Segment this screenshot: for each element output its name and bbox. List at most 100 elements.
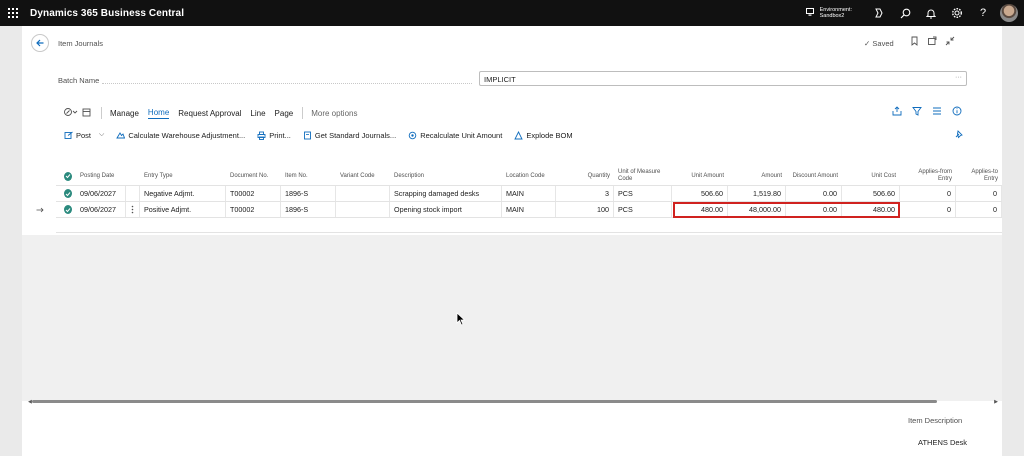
list-view-icon[interactable] bbox=[82, 108, 91, 119]
post-button[interactable]: Post ⌵ bbox=[64, 131, 104, 140]
discount-amount-cell[interactable]: 0.00 bbox=[786, 186, 842, 201]
row-status[interactable] bbox=[60, 186, 76, 201]
calculate-warehouse-label: Calculate Warehouse Adjustment... bbox=[128, 130, 246, 140]
info-icon[interactable] bbox=[952, 106, 962, 118]
col-unit-amount[interactable]: Unit Amount bbox=[672, 167, 728, 185]
collapse-icon[interactable] bbox=[945, 36, 955, 48]
col-unit-cost[interactable]: Unit Cost bbox=[842, 167, 900, 185]
help-icon[interactable]: ? bbox=[970, 0, 996, 26]
location-code-cell[interactable]: MAIN bbox=[502, 202, 556, 217]
environment-indicator[interactable]: Environment: Sandbox2 bbox=[805, 7, 852, 20]
chevron-down-icon[interactable]: ⌵ bbox=[99, 131, 104, 139]
row-status[interactable] bbox=[60, 202, 76, 217]
tab-line[interactable]: Line bbox=[250, 109, 265, 118]
document-no-cell[interactable]: T00002 bbox=[226, 186, 281, 201]
col-discount-amount[interactable]: Discount Amount bbox=[786, 167, 842, 185]
quantity-cell[interactable]: 100 bbox=[556, 202, 614, 217]
current-row-arrow-icon bbox=[32, 202, 50, 217]
get-standard-journals-button[interactable]: Get Standard Journals... bbox=[303, 131, 396, 140]
gear-icon[interactable] bbox=[944, 0, 970, 26]
quantity-cell[interactable]: 3 bbox=[556, 186, 614, 201]
bell-icon[interactable] bbox=[918, 0, 944, 26]
unit-amount-cell[interactable]: 506.60 bbox=[672, 186, 728, 201]
applies-to-cell[interactable]: 0 bbox=[956, 202, 1002, 217]
horizontal-scrollbar[interactable]: ◀ ▶ bbox=[28, 399, 998, 405]
applies-to-cell[interactable]: 0 bbox=[956, 186, 1002, 201]
batch-name-input[interactable]: IMPLICIT ··· bbox=[479, 71, 967, 86]
col-variant-code[interactable]: Variant Code bbox=[336, 167, 390, 185]
posting-date-cell[interactable]: 09/06/2027 bbox=[76, 186, 126, 201]
tab-manage[interactable]: Manage bbox=[110, 109, 139, 118]
col-location-code[interactable]: Location Code bbox=[502, 167, 556, 185]
col-document-no[interactable]: Document No. bbox=[226, 167, 281, 185]
col-quantity[interactable]: Quantity bbox=[556, 167, 614, 185]
environment-name: Sandbox2 bbox=[819, 13, 845, 19]
bookmark-icon[interactable] bbox=[910, 36, 919, 48]
entry-type-cell[interactable]: Negative Adjmt. bbox=[140, 186, 226, 201]
description-cell[interactable]: Opening stock import bbox=[390, 202, 502, 217]
pin-actions-icon[interactable] bbox=[954, 129, 964, 141]
explode-bom-button[interactable]: Explode BOM bbox=[514, 130, 573, 140]
open-new-window-icon[interactable] bbox=[927, 36, 937, 48]
share-icon[interactable] bbox=[892, 106, 902, 118]
document-no-cell[interactable]: T00002 bbox=[226, 202, 281, 217]
avatar[interactable] bbox=[1000, 4, 1018, 22]
posting-date-cell[interactable]: 09/06/2027 bbox=[76, 202, 126, 217]
print-button[interactable]: Print... bbox=[257, 131, 291, 140]
select-all-checkbox[interactable] bbox=[60, 167, 76, 185]
tab-page[interactable]: Page bbox=[275, 109, 294, 118]
row-actions-cell[interactable] bbox=[126, 186, 140, 201]
more-options-button[interactable]: More options bbox=[311, 109, 357, 118]
copilot-icon[interactable] bbox=[866, 0, 892, 26]
recalculate-unit-amount-label: Recalculate Unit Amount bbox=[420, 130, 503, 140]
scrollbar-thumb[interactable] bbox=[32, 400, 937, 403]
unit-cost-cell[interactable]: 506.60 bbox=[842, 186, 900, 201]
waffle-icon[interactable] bbox=[0, 0, 26, 26]
search-icon[interactable] bbox=[892, 0, 918, 26]
back-button[interactable] bbox=[31, 34, 49, 52]
app-title[interactable]: Dynamics 365 Business Central bbox=[30, 8, 184, 19]
variant-code-cell[interactable] bbox=[336, 202, 390, 217]
highlight-annotation bbox=[673, 202, 900, 218]
col-applies-to[interactable]: Applies-to Entry bbox=[956, 167, 1002, 185]
col-description[interactable]: Description bbox=[390, 167, 502, 185]
edit-mode-icon[interactable] bbox=[64, 107, 78, 119]
description-cell[interactable]: Scrapping damaged desks bbox=[390, 186, 502, 201]
recalculate-unit-amount-button[interactable]: Recalculate Unit Amount bbox=[408, 131, 502, 140]
scroll-right-icon[interactable]: ▶ bbox=[994, 399, 998, 405]
list-settings-icon[interactable] bbox=[932, 106, 942, 118]
separator bbox=[101, 107, 102, 119]
amount-cell[interactable]: 1,519.80 bbox=[728, 186, 786, 201]
check-circle-icon bbox=[64, 189, 72, 198]
tab-request-approval[interactable]: Request Approval bbox=[178, 109, 241, 118]
post-icon bbox=[64, 131, 73, 140]
get-standard-journals-label: Get Standard Journals... bbox=[314, 130, 397, 140]
filter-icon[interactable] bbox=[912, 106, 922, 118]
row-actions-ellipsis-icon[interactable] bbox=[126, 202, 140, 217]
item-no-cell[interactable]: 1896-S bbox=[281, 202, 336, 217]
uom-cell[interactable]: PCS bbox=[614, 202, 672, 217]
print-label: Print... bbox=[269, 130, 291, 140]
calculate-icon bbox=[116, 131, 126, 140]
journal-lines-table: Posting Date Entry Type Document No. Ite… bbox=[36, 167, 1002, 233]
new-line-row[interactable] bbox=[56, 218, 1002, 233]
batch-name-label: Batch Name bbox=[58, 76, 100, 85]
variant-code-cell[interactable] bbox=[336, 186, 390, 201]
item-no-cell[interactable]: 1896-S bbox=[281, 186, 336, 201]
col-applies-from[interactable]: Applies-from Entry bbox=[900, 167, 956, 185]
table-row[interactable]: 09/06/2027 Negative Adjmt. T00002 1896-S… bbox=[56, 186, 1002, 202]
uom-cell[interactable]: PCS bbox=[614, 186, 672, 201]
location-code-cell[interactable]: MAIN bbox=[502, 186, 556, 201]
col-posting-date[interactable]: Posting Date bbox=[76, 167, 140, 185]
calculate-warehouse-adjustment-button[interactable]: Calculate Warehouse Adjustment... bbox=[116, 131, 245, 140]
col-amount[interactable]: Amount bbox=[728, 167, 786, 185]
col-item-no[interactable]: Item No. bbox=[281, 167, 336, 185]
lookup-ellipsis-icon[interactable]: ··· bbox=[955, 74, 962, 81]
entry-type-cell[interactable]: Positive Adjmt. bbox=[140, 202, 226, 217]
col-entry-type[interactable]: Entry Type bbox=[140, 167, 226, 185]
applies-from-cell[interactable]: 0 bbox=[900, 202, 956, 217]
applies-from-cell[interactable]: 0 bbox=[900, 186, 956, 201]
recalculate-icon bbox=[408, 131, 417, 140]
tab-home[interactable]: Home bbox=[147, 108, 170, 119]
col-uom[interactable]: Unit of Measure Code bbox=[614, 167, 672, 185]
